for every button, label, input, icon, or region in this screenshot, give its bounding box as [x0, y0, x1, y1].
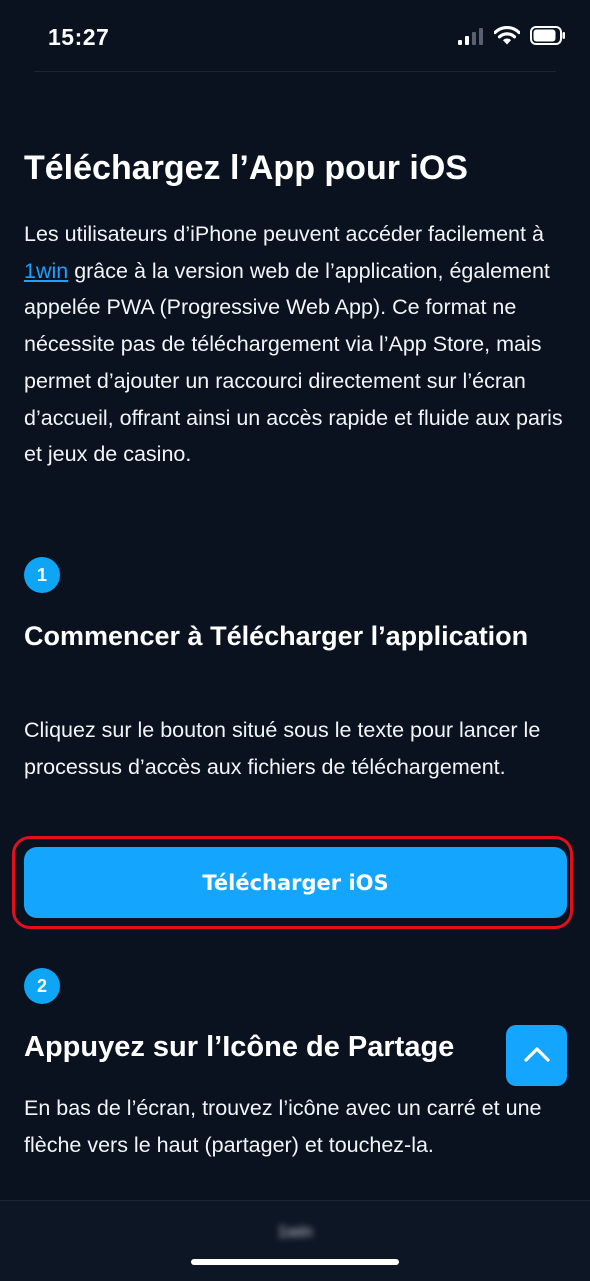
intro-text-start: Les utilisateurs d’iPhone peuvent accéde… [24, 222, 544, 246]
scroll-to-top-button[interactable] [506, 1025, 567, 1086]
chevron-up-icon [523, 1045, 551, 1066]
status-time: 15:27 [48, 24, 110, 50]
step-2-badge: 2 [24, 968, 60, 1004]
header-divider [34, 71, 556, 72]
status-bar: 15:27 [0, 0, 590, 72]
wifi-icon [493, 25, 521, 50]
step-1-badge: 1 [24, 557, 60, 593]
bottom-bar-label: 1win [277, 1222, 313, 1241]
cellular-signal-icon [458, 27, 484, 50]
main-content: Téléchargez l’App pour iOS Les utilisate… [24, 148, 569, 473]
download-ios-button[interactable]: Télécharger iOS [24, 847, 567, 918]
battery-icon [530, 26, 566, 50]
brand-link[interactable]: 1win [24, 259, 68, 283]
home-indicator[interactable] [191, 1259, 399, 1265]
status-icons [458, 25, 566, 50]
step-2-text: En bas de l’écran, trouvez l’icône avec … [24, 1096, 542, 1157]
bottom-address-bar[interactable]: 1win [0, 1200, 590, 1281]
step-1-title: Commencer à Télécharger l’application [24, 621, 529, 651]
step-1-text: Cliquez sur le bouton situé sous le text… [24, 718, 541, 779]
intro-text-end: grâce à la version web de l’application,… [24, 258, 563, 467]
page-title: Téléchargez l’App pour iOS [24, 149, 468, 187]
intro-paragraph: Les utilisateurs d’iPhone peuvent accéde… [24, 216, 569, 473]
step-2-title: Appuyez sur l’Icône de Partage [24, 1031, 455, 1063]
